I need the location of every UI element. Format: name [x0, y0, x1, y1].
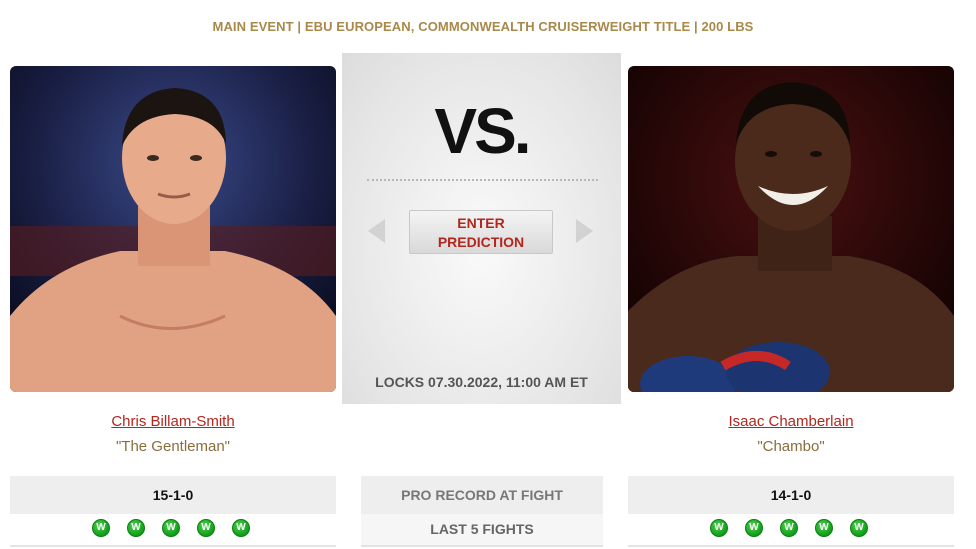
fighter-name-left[interactable]: Chris Billam-Smith	[10, 413, 336, 430]
next-arrow-icon[interactable]	[576, 219, 593, 243]
win-badge-icon: W	[197, 519, 215, 537]
fighter-photo-left[interactable]	[10, 66, 336, 392]
win-badge-icon: W	[745, 519, 763, 537]
last-5-fights-right: W W W W W	[710, 519, 868, 537]
fighter-photo-right[interactable]	[628, 66, 954, 392]
matchup-center-panel: VS. ENTER PREDICTION LOCKS 07.30.2022, 1…	[342, 53, 621, 404]
row-divider	[361, 545, 603, 547]
win-badge-icon: W	[710, 519, 728, 537]
fighter-nickname-right: "Chambo"	[757, 438, 825, 455]
win-badge-icon: W	[232, 519, 250, 537]
vs-text: VS.	[434, 95, 531, 167]
record-right: 14-1-0	[628, 476, 954, 514]
last-5-fights-label: LAST 5 FIGHTS	[361, 514, 603, 545]
last-5-fights-left: W W W W W	[92, 519, 250, 537]
win-badge-icon: W	[780, 519, 798, 537]
row-divider	[10, 545, 336, 547]
dotted-divider	[367, 179, 598, 181]
predict-button-line1: ENTER	[457, 215, 505, 231]
win-badge-icon: W	[850, 519, 868, 537]
predict-button-line2: PREDICTION	[437, 234, 525, 250]
event-title: MAIN EVENT | EBU EUROPEAN, COMMONWEALTH …	[212, 19, 754, 34]
row-divider	[628, 545, 954, 547]
previous-arrow-icon[interactable]	[368, 219, 385, 243]
fighter-nickname-left: "The Gentleman"	[115, 438, 231, 455]
enter-prediction-button[interactable]: ENTER PREDICTION	[409, 210, 553, 254]
win-badge-icon: W	[815, 519, 833, 537]
locks-time: LOCKS 07.30.2022, 11:00 AM ET	[375, 374, 588, 390]
win-badge-icon: W	[127, 519, 145, 537]
pro-record-label: PRO RECORD AT FIGHT	[361, 476, 603, 514]
record-left: 15-1-0	[10, 476, 336, 514]
win-badge-icon: W	[162, 519, 180, 537]
fighter-name-right[interactable]: Isaac Chamberlain	[628, 413, 954, 430]
win-badge-icon: W	[92, 519, 110, 537]
